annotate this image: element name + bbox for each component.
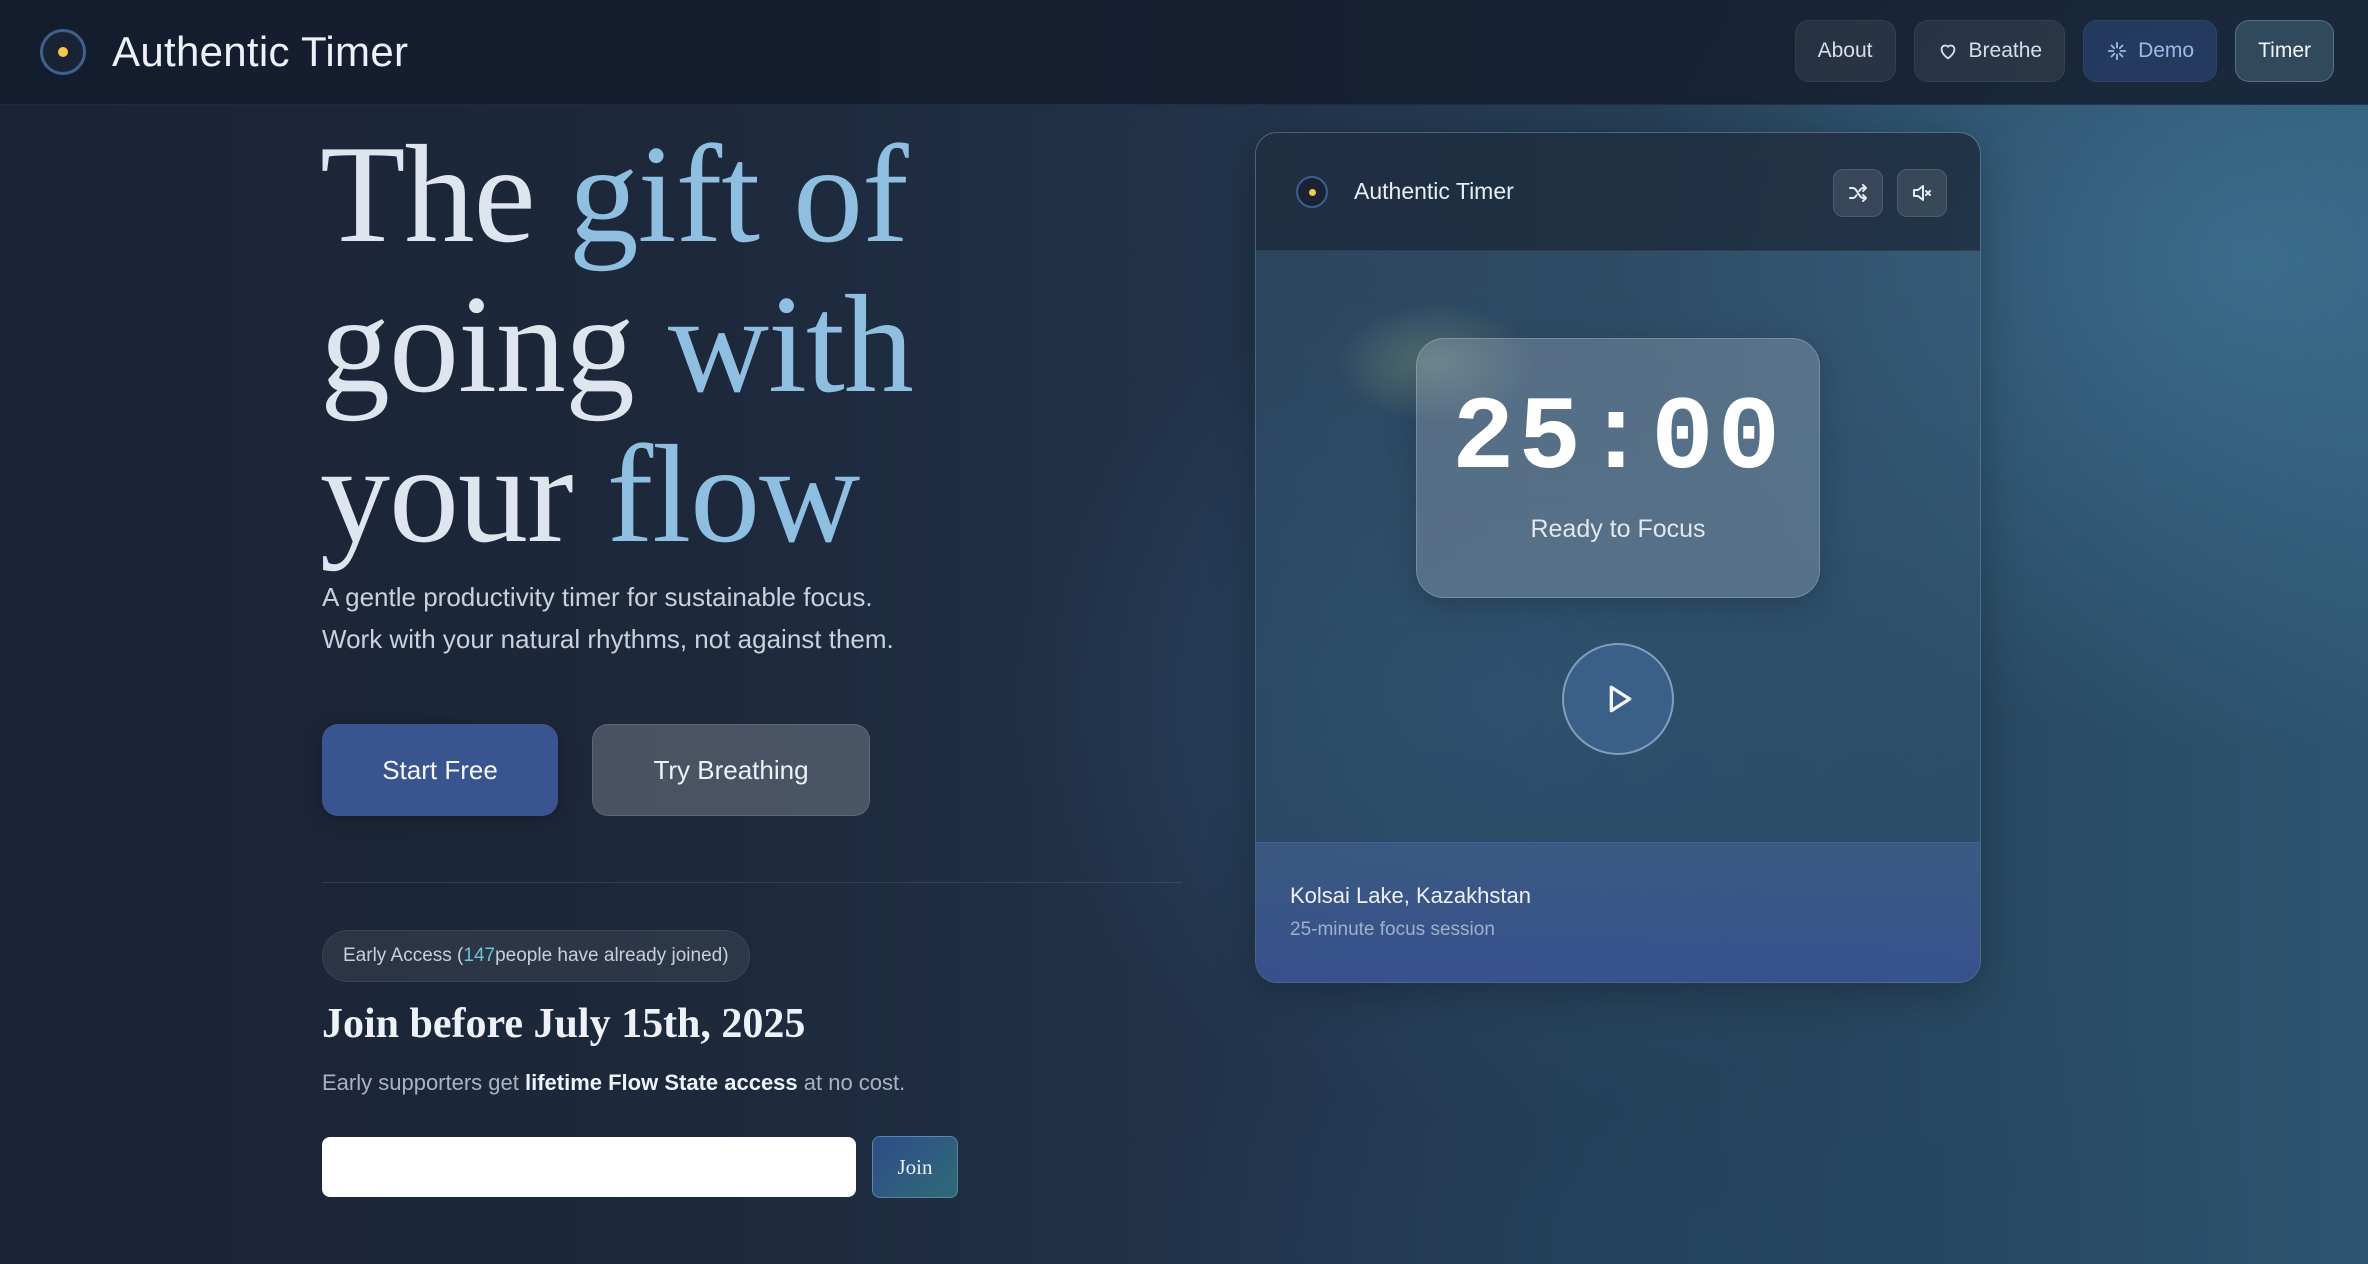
early-access-badge: Early Access (147 people have already jo…: [322, 930, 750, 982]
mute-icon: [1913, 185, 1931, 201]
headline-accent: with: [667, 267, 914, 422]
shuffle-icon: [1849, 184, 1867, 202]
headline-word: going: [320, 267, 668, 422]
join-subtitle: Early supporters get lifetime Flow State…: [322, 1070, 905, 1096]
logo-icon: [40, 29, 86, 75]
hero-subtitle: A gentle productivity timer for sustaina…: [322, 576, 1122, 660]
nav-demo-label: Demo: [2138, 39, 2195, 62]
headline-word: The: [320, 117, 569, 272]
session-description: 25-minute focus session: [1290, 919, 1495, 940]
nav-about-label: About: [1817, 39, 1873, 62]
top-nav-bar: Authentic Timer About Breathe Demo Timer: [0, 0, 2368, 105]
badge-suffix: people have already joined): [495, 945, 729, 966]
badge-prefix: Early Access (: [343, 945, 464, 966]
card-logo: [1296, 176, 1328, 208]
timer-display: 25:00 Ready to Focus: [1416, 338, 1820, 598]
headline-accent: gift of: [568, 117, 909, 272]
headline-accent: flow: [606, 417, 861, 572]
nav-breathe-label: Breathe: [1968, 39, 2043, 62]
headline-line-3: your flow: [320, 417, 861, 572]
nav-timer-button[interactable]: Timer: [2235, 20, 2334, 82]
section-divider: [322, 882, 1182, 883]
nav-breathe-button[interactable]: Breathe: [1913, 20, 2066, 82]
logo-icon: [1296, 176, 1328, 208]
mute-button[interactable]: [1897, 169, 1947, 217]
play-button[interactable]: [1562, 643, 1674, 755]
join-sub-highlight: lifetime Flow State access: [524, 1070, 798, 1095]
headline-word: your: [320, 417, 607, 572]
nav-timer-label: Timer: [2258, 39, 2311, 62]
join-sub-prefix: Early supporters get: [322, 1070, 525, 1095]
shuffle-button[interactable]: [1833, 169, 1883, 217]
nav-demo-button[interactable]: Demo: [2083, 20, 2218, 82]
brand-name: Authentic Timer: [112, 28, 409, 75]
join-sub-suffix: at no cost.: [797, 1070, 906, 1095]
headline-line-1: The gift of: [320, 117, 909, 272]
join-button[interactable]: Join: [872, 1136, 958, 1198]
sparkle-icon: [2107, 41, 2127, 61]
brand[interactable]: Authentic Timer: [40, 28, 408, 76]
start-free-button[interactable]: Start Free: [322, 724, 558, 816]
location-name: Kolsai Lake, Kazakhstan: [1290, 883, 1531, 908]
card-header: Authentic Timer: [1256, 133, 1980, 251]
card-footer: Kolsai Lake, Kazakhstan 25-minute focus …: [1256, 842, 1980, 982]
try-breathing-button[interactable]: Try Breathing: [592, 724, 870, 816]
heart-icon: [1940, 44, 1955, 60]
hero-headline: The gift of going with your flow: [320, 117, 914, 572]
nav-links: About Breathe Demo Timer: [1794, 20, 2334, 82]
timer-card: Authentic Timer 25:00 Ready to Focus Kol…: [1255, 132, 1981, 983]
headline-line-2: going with: [320, 267, 914, 422]
subtitle-line-2: Work with your natural rhythms, not agai…: [322, 624, 894, 654]
nav-about-button[interactable]: About: [1794, 20, 1896, 82]
email-input[interactable]: [322, 1137, 856, 1197]
card-title: Authentic Timer: [1354, 178, 1514, 204]
join-title: Join before July 15th, 2025: [322, 1001, 806, 1047]
subtitle-line-1: A gentle productivity timer for sustaina…: [322, 582, 873, 612]
timer-time: 25:00: [1451, 381, 1785, 499]
cta-row: Start Free Try Breathing: [322, 724, 870, 816]
play-icon: [1609, 685, 1632, 713]
joined-count: 147: [463, 945, 496, 966]
timer-status: Ready to Focus: [1530, 515, 1706, 543]
